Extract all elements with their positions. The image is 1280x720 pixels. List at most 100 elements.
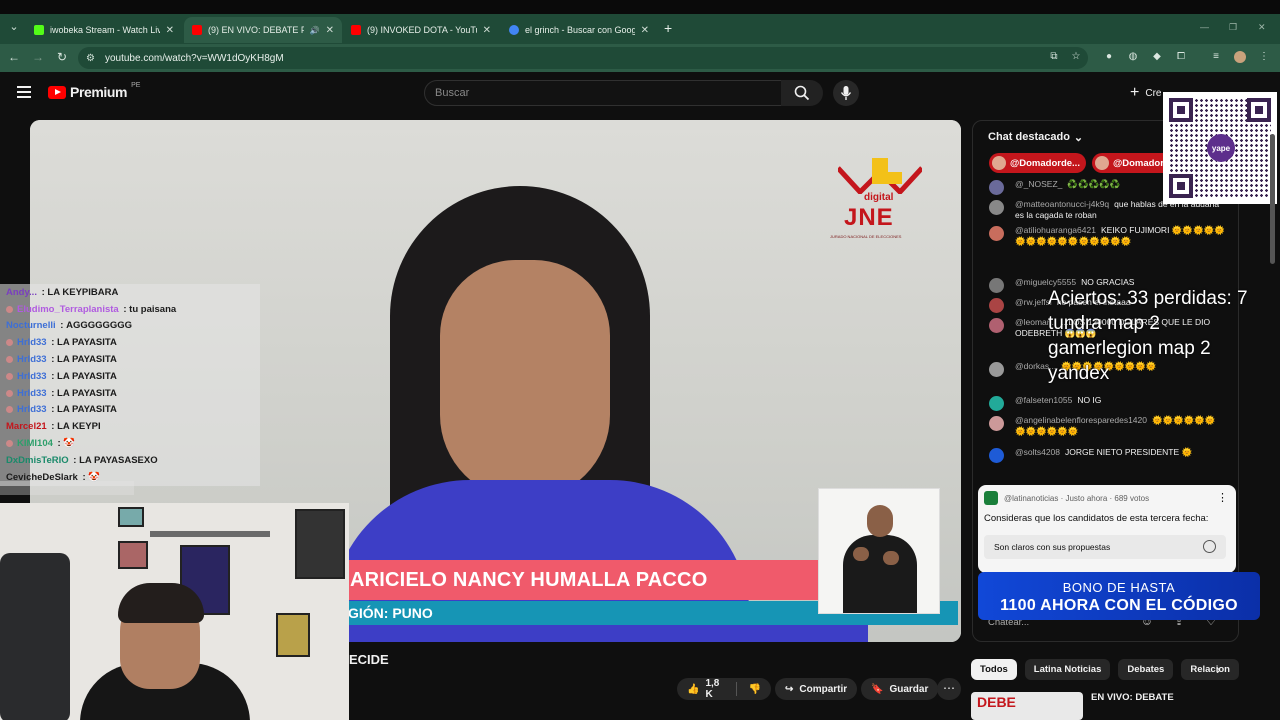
speaker-icon[interactable]: 🔊 xyxy=(310,26,320,35)
chat-author[interactable]: @matteoantonucci-j4k9q xyxy=(1015,199,1109,209)
browser-menu-icon[interactable]: ⋮ xyxy=(1258,51,1270,63)
menu-hamburger-icon[interactable] xyxy=(17,86,31,98)
pinned-chip[interactable]: @Domadorde... xyxy=(989,153,1086,173)
tab-kick-stream[interactable]: iwobeka Stream - Watch Live o ✕ xyxy=(26,17,182,43)
share-button[interactable]: ↪ Compartir xyxy=(775,678,858,700)
poll-meta-text: @latinanoticias · Justo ahora · 689 voto… xyxy=(1004,493,1150,503)
stream-stats-overlay: Aciertos: 33 perdidas: 7 tundra map 2 ga… xyxy=(1048,286,1248,386)
youtube-logo[interactable]: Premium PE xyxy=(48,82,140,100)
overlay-text: LA KEYPI xyxy=(57,421,101,433)
chat-message: @solts4208 JORGE NIETO PRESIDENTE 🌞 xyxy=(973,445,1238,465)
chat-author[interactable]: @_NOSEZ_ xyxy=(1015,179,1062,189)
scrollbar-thumb[interactable] xyxy=(1270,134,1275,264)
chat-author[interactable]: @atiliohuaranga6421 xyxy=(1015,225,1096,235)
overlay-text: LA PAYASITA xyxy=(57,387,117,399)
maximize-icon[interactable]: ❐ xyxy=(1229,22,1237,33)
youtube-favicon-icon xyxy=(192,25,202,35)
overlay-chat-row: Nocturnelli : AGGGGGGGG xyxy=(0,317,260,335)
site-info-icon[interactable]: ⚙ xyxy=(86,53,95,64)
extension-icon[interactable]: ◍ xyxy=(1127,51,1139,63)
close-tab-icon[interactable]: ✕ xyxy=(326,25,334,36)
search-button[interactable] xyxy=(781,80,823,106)
chip-debates[interactable]: Debates xyxy=(1118,659,1174,680)
tab-debate-live[interactable]: (9) EN VIVO: DEBATE PRESI 🔊 ✕ xyxy=(184,17,342,43)
chevron-down-icon: ⌄ xyxy=(1073,131,1084,144)
qr-pattern: yape xyxy=(1169,98,1271,198)
overlay-chat-row: Hrld33 : LA PAYASITA xyxy=(0,367,260,385)
tab-invoked-dota[interactable]: (9) INVOKED DOTA - YouTube ✕ xyxy=(343,17,499,43)
related-video[interactable]: DEBE EN VIVO: DEBATE xyxy=(971,692,1174,720)
more-actions-button[interactable]: ⋯ xyxy=(937,678,961,700)
jne-digital-text: digital xyxy=(864,192,894,203)
new-tab-button[interactable]: + xyxy=(664,20,672,36)
close-window-icon[interactable]: ✕ xyxy=(1258,22,1266,33)
related-title[interactable]: EN VIVO: DEBATE xyxy=(1091,692,1174,720)
extensions-puzzle-icon[interactable]: ⧠ xyxy=(1175,51,1187,63)
address-bar[interactable]: ⚙ youtube.com/watch?v=WW1dOyKH8gM xyxy=(78,47,1088,69)
page-scrollbar[interactable] xyxy=(1270,120,1276,720)
back-icon[interactable]: ← xyxy=(6,50,22,64)
streamer-hair xyxy=(118,583,204,623)
radio-icon[interactable] xyxy=(1203,540,1216,553)
chip-latina-noticias[interactable]: Latina Noticias xyxy=(1024,659,1111,680)
badge-icon xyxy=(6,440,13,448)
overlay-chat-row: Marcel21 : LA KEYPI xyxy=(0,418,260,436)
lower-third-name: ARICIELO NANCY HUMALLA PACCO xyxy=(348,560,818,600)
voice-search-button[interactable] xyxy=(833,80,859,106)
poll-option[interactable]: Son claros con sus propuestas xyxy=(984,535,1226,559)
overlay-text: LA PAYASITA xyxy=(57,370,117,382)
overlay-chat-row: Hrld33 : LA PAYASITA xyxy=(0,334,260,352)
jne-mark-icon xyxy=(838,158,922,194)
avatar xyxy=(989,416,1004,431)
overlay-text: LA PAYASASEXO xyxy=(79,454,158,466)
minimize-icon[interactable]: — xyxy=(1200,22,1209,32)
google-favicon-icon xyxy=(509,25,519,35)
lower-third-bar xyxy=(348,625,868,642)
avatar xyxy=(989,396,1004,411)
chat-message: @falseten1055 NO IG xyxy=(973,393,1238,413)
tab-search-button[interactable]: ⌄ xyxy=(6,20,22,36)
close-tab-icon[interactable]: ✕ xyxy=(483,25,491,36)
overlay-chat-row: KIMI104 : 🤡 xyxy=(0,435,260,452)
stats-line: Aciertos: 33 perdidas: 7 xyxy=(1048,288,1248,309)
like-dislike-group: 👍 1,8 K 👎 xyxy=(677,678,771,700)
install-app-icon[interactable]: ⧉ xyxy=(1048,51,1060,63)
chat-text: JORGE NIETO PRESIDENTE 🌞 xyxy=(1065,447,1193,457)
badge-icon xyxy=(6,406,13,414)
thumbs-down-icon[interactable]: 👎 xyxy=(749,684,761,695)
profile-avatar[interactable] xyxy=(1234,51,1246,63)
overlay-text: LA KEYPIBARA xyxy=(47,286,119,298)
badge-icon xyxy=(6,305,13,313)
chat-author[interactable]: @solts4208 xyxy=(1015,447,1060,457)
chat-message: @angelinabelenfloresparedes1420 🌞🌞🌞🌞🌞🌞🌞🌞🌞… xyxy=(973,413,1238,445)
kick-favicon-icon xyxy=(34,25,44,35)
related-thumbnail[interactable]: DEBE xyxy=(971,692,1083,720)
chat-author[interactable]: @rw.jeffsi xyxy=(1015,297,1052,307)
extension-icon[interactable]: ● xyxy=(1103,51,1115,63)
forward-icon[interactable]: → xyxy=(30,50,46,64)
thumbs-up-icon: 👍 xyxy=(687,683,700,695)
overlay-user: Hrld33 xyxy=(17,370,47,382)
like-button[interactable]: 👍 1,8 K 👎 xyxy=(677,678,771,700)
tab-google-search[interactable]: el grinch - Buscar con Google ✕ xyxy=(501,17,657,43)
chevron-right-icon[interactable]: › xyxy=(1216,661,1221,677)
chat-author[interactable]: @falseten1055 xyxy=(1015,395,1072,405)
close-tab-icon[interactable]: ✕ xyxy=(641,25,649,36)
poll-menu-icon[interactable]: ⋮ xyxy=(1217,491,1228,504)
save-button[interactable]: 🔖 Guardar xyxy=(861,678,939,700)
streamer-webcam xyxy=(0,503,349,720)
chat-author[interactable]: @angelinabelenfloresparedes1420 xyxy=(1015,415,1147,425)
chip-todos[interactable]: Todos xyxy=(971,659,1017,680)
bookmark-star-icon[interactable]: ☆ xyxy=(1070,51,1082,63)
create-button[interactable]: + Cre xyxy=(1130,84,1161,102)
wall-frame xyxy=(118,541,148,569)
qr-finder xyxy=(1169,98,1193,122)
search-input[interactable]: Buscar xyxy=(424,80,782,106)
interpreter-head xyxy=(867,505,893,537)
extension-icon[interactable]: ◆ xyxy=(1151,51,1163,63)
chip-relacionados[interactable]: Relacion xyxy=(1181,659,1239,680)
reload-icon[interactable]: ↻ xyxy=(54,50,70,64)
close-tab-icon[interactable]: ✕ xyxy=(166,25,174,36)
overlay-user: Nocturnelli xyxy=(6,320,56,332)
media-control-icon[interactable]: ≡ xyxy=(1210,51,1222,63)
